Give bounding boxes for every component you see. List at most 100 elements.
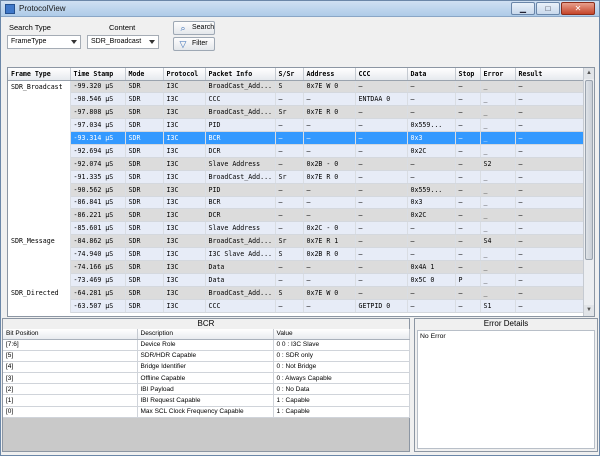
packet-cell: – (355, 196, 408, 210)
packet-cell: I3C (163, 183, 206, 197)
packet-cell: – (355, 221, 408, 236)
column-header[interactable]: Mode (125, 68, 164, 81)
packet-cell: -92.694 µS (70, 144, 126, 158)
column-header[interactable]: Stop (455, 68, 481, 81)
packet-row[interactable]: -97.808 µS SDR I3C BroadCast_Add... Sr 0x7E R… (8, 105, 585, 120)
packet-row[interactable]: -86.221 µS SDR I3C DCR – – –0x2C – _ – (8, 208, 585, 223)
column-header[interactable]: S/Sr (275, 68, 304, 81)
packet-cell: _ (480, 170, 516, 184)
column-header[interactable]: Address (303, 68, 356, 81)
packet-row[interactable]: -73.469 µS SDR I3C Data – – –0x5C 0 P _ – (8, 273, 585, 287)
filter-button[interactable]: ▽ Filter (173, 37, 215, 51)
bcr-row[interactable]: [5] SDR/HDR Capable 0 : SDR only (3, 350, 410, 362)
column-header[interactable]: CCC (355, 68, 408, 81)
close-icon[interactable]: ✕ (561, 2, 595, 15)
packet-row[interactable]: -86.841 µS SDR I3C BCR – – –0x3– _ – (8, 196, 585, 210)
packet-cell: I3C Slave Add... (205, 247, 276, 261)
packet-cell: – (515, 286, 585, 300)
packet-row[interactable]: -92.074 µS SDR I3C Slave Address –0x2B - 0– –… (8, 157, 585, 171)
column-header[interactable]: Result (515, 68, 585, 81)
packet-cell: – (407, 221, 456, 236)
bcr-cell: 0 : Not Bridge (273, 361, 410, 374)
bcr-column-header[interactable]: Description (137, 329, 274, 340)
packet-cell: _ (480, 118, 516, 133)
packet-row[interactable]: -98.546 µS SDR I3C CCC – – ENTDAA 0– – _ – (8, 92, 585, 107)
packet-row[interactable]: -97.034 µS SDR I3C PID – – –0x559... – _ – (8, 118, 585, 133)
column-header[interactable]: Time Stamp (70, 68, 126, 81)
packet-row[interactable]: -90.562 µS SDR I3C PID – – –0x559... – _ – (8, 183, 585, 197)
bcr-row[interactable]: [7:6] Device Role 0 0 : I3C Slave (3, 339, 410, 351)
packet-row[interactable]: -93.314 µS SDR I3C BCR – – –0x3– _ – (8, 131, 585, 145)
maximize-icon[interactable]: □ (536, 2, 560, 15)
packet-cell: – (355, 131, 408, 145)
search-button[interactable]: ⌕ Search (173, 21, 215, 35)
packet-cell: – (455, 92, 481, 107)
search-type-select[interactable]: FrameType (7, 35, 81, 49)
bcr-row[interactable]: [4] Bridge Identifier 0 : Not Bridge (3, 361, 410, 374)
bcr-cell: [4] (3, 361, 138, 374)
packet-cell: – (407, 157, 456, 171)
packet-grid[interactable]: Frame Type Time Stamp Mode Protocol Packet I… (7, 67, 595, 317)
scroll-down-icon[interactable]: ▼ (584, 305, 594, 316)
packet-row[interactable]: SDR_Message -84.862 µS SDR I3C BroadCast_Add… (8, 234, 585, 249)
bcr-column-header[interactable]: Value (273, 329, 410, 340)
packet-row[interactable]: SDR_Broadcast -99.320 µS SDR I3C BroadCast_A… (8, 80, 585, 94)
packet-cell: _ (480, 208, 516, 223)
scroll-up-icon[interactable]: ▲ (584, 68, 594, 79)
packet-cell: BroadCast_Add... (205, 234, 276, 249)
packet-cell: – (275, 208, 304, 223)
packet-row[interactable]: -63.507 µS SDR I3C CCC – – GETPID 0– – S1– (8, 299, 585, 313)
frame-type-cell (8, 299, 71, 313)
packet-cell: S (275, 80, 304, 94)
bcr-row[interactable]: [2] IBI Payload 0 : No Data (3, 383, 410, 396)
packet-cell: – (515, 208, 585, 223)
bcr-row[interactable]: [3] Offline Capable 0 : Always Capable (3, 372, 410, 385)
vertical-scrollbar[interactable]: ▲ ▼ (583, 68, 594, 316)
scroll-thumb[interactable] (585, 80, 593, 260)
packet-cell: – (275, 131, 304, 145)
column-header[interactable]: Error (480, 68, 516, 81)
packet-table: Frame Type Time Stamp Mode Protocol Packet I… (8, 68, 585, 313)
packet-cell: SDR (125, 92, 164, 107)
frame-type-cell (8, 92, 71, 106)
title-bar[interactable]: ProtocolView ▁ □ ✕ (1, 1, 599, 17)
packet-cell: SDR (125, 105, 164, 120)
packet-row[interactable]: SDR_Directed -64.281 µS SDR I3C BroadCast_Ad… (8, 286, 585, 300)
protocolview-window: ProtocolView ▁ □ ✕ Search Type Content F… (0, 0, 600, 456)
packet-cell: – (455, 247, 481, 261)
packet-cell: S (275, 247, 304, 261)
error-details-text: No Error (417, 330, 595, 449)
frame-type-cell (8, 183, 71, 197)
packet-cell: S4 (480, 234, 516, 249)
packet-cell: -85.601 µS (70, 221, 126, 236)
packet-row[interactable]: -74.940 µS SDR I3C I3C Slave Add... S 0x2B R … (8, 247, 585, 261)
bcr-row[interactable]: [1] IBI Request Capable 1 : Capable (3, 394, 410, 407)
packet-cell: 0x5C 0 (407, 273, 456, 287)
column-header[interactable]: Frame Type (8, 68, 71, 81)
search-button-label: Search (192, 24, 215, 31)
content-value: SDR_Broadcast (91, 38, 142, 45)
content-select[interactable]: SDR_Broadcast (87, 35, 159, 49)
packet-cell: – (275, 92, 304, 107)
packet-row[interactable]: -85.601 µS SDR I3C Slave Address –0x2C - 0– –… (8, 221, 585, 236)
packet-cell: Data (205, 260, 276, 274)
bcr-row[interactable]: [0] Max SCL Clock Frequency Capable 1 : Ca… (3, 406, 410, 418)
bcr-column-header[interactable]: Bit Position (3, 329, 138, 340)
packet-cell: I3C (163, 157, 206, 171)
packet-cell: – (303, 183, 356, 197)
packet-cell: -63.507 µS (70, 299, 126, 313)
packet-row[interactable]: -74.166 µS SDR I3C Data – – –0x4A 1– _ – (8, 260, 585, 274)
column-header[interactable]: Data (407, 68, 456, 81)
app-icon (5, 4, 15, 14)
packet-cell: – (407, 80, 456, 94)
column-header[interactable]: Packet Info (205, 68, 276, 81)
packet-cell: SDR (125, 286, 164, 300)
packet-cell: – (515, 183, 585, 197)
packet-cell: _ (480, 131, 516, 145)
column-header[interactable]: Protocol (163, 68, 206, 81)
packet-cell: – (407, 286, 456, 300)
packet-row[interactable]: -92.694 µS SDR I3C DCR – – –0x2C – _ – (8, 144, 585, 158)
packet-cell: BCR (205, 196, 276, 210)
minimize-icon[interactable]: ▁ (511, 2, 535, 15)
packet-row[interactable]: -91.335 µS SDR I3C BroadCast_Add... Sr 0x7E R… (8, 170, 585, 184)
